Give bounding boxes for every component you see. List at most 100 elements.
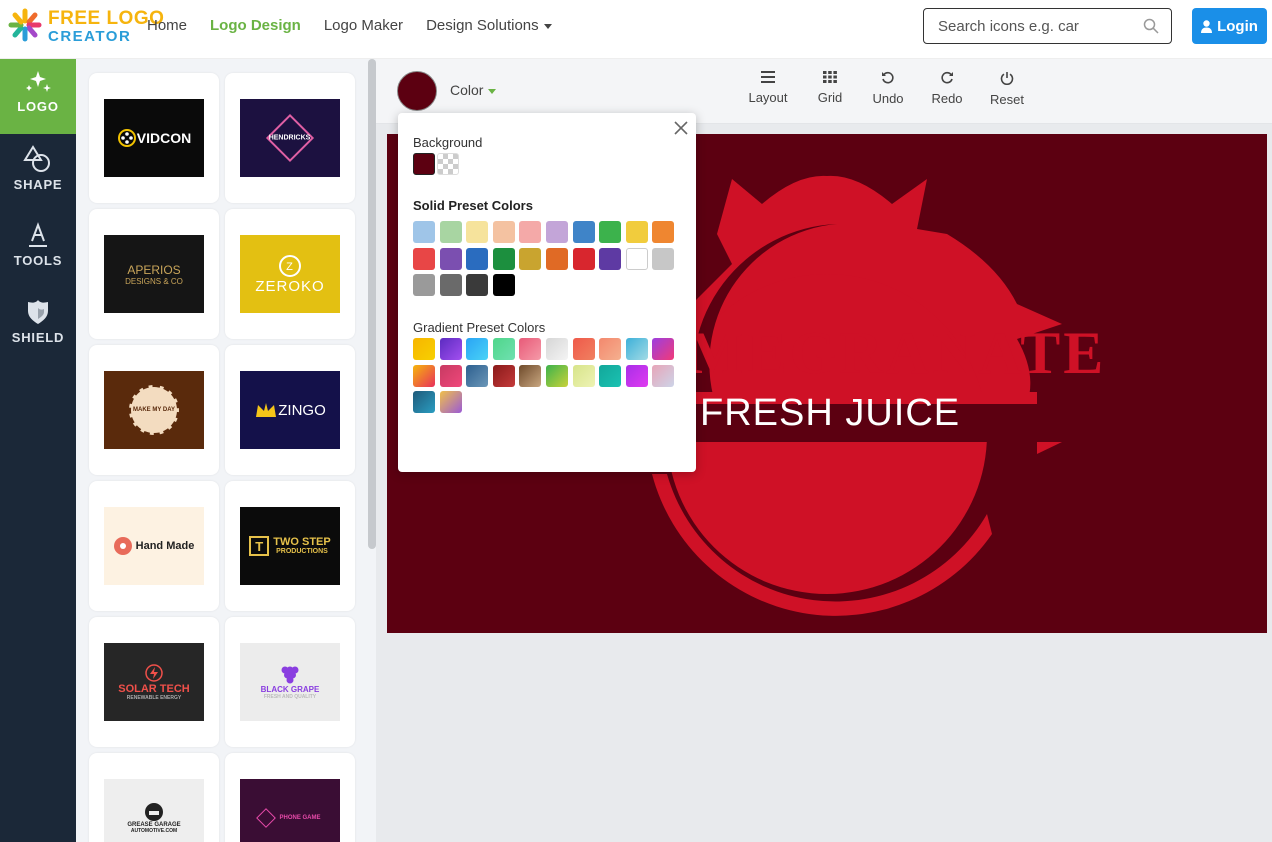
solid-color-swatch[interactable]	[413, 221, 435, 243]
gradient-color-swatch[interactable]	[652, 338, 675, 360]
nav-logo-maker[interactable]: Logo Maker	[324, 17, 403, 34]
login-button[interactable]: Login	[1192, 8, 1267, 44]
reset-button[interactable]: Reset	[982, 71, 1032, 107]
solid-preset-heading: Solid Preset Colors	[413, 198, 533, 213]
current-color-swatch[interactable]	[397, 71, 437, 111]
gradient-color-swatch[interactable]	[413, 364, 435, 387]
sidebar-item-shield[interactable]: SHIELD	[0, 288, 76, 363]
solid-color-swatch[interactable]	[439, 274, 462, 297]
solid-color-swatch[interactable]	[492, 221, 515, 243]
gradient-color-swatch[interactable]	[413, 338, 435, 360]
search-icon[interactable]	[1143, 18, 1159, 34]
tool-label: Grid	[817, 90, 843, 105]
solid-color-swatch[interactable]	[599, 247, 622, 270]
solid-color-swatch[interactable]	[466, 247, 489, 270]
gradient-color-swatch[interactable]	[413, 391, 435, 414]
solid-color-swatch[interactable]	[439, 221, 462, 243]
sidebar-item-tools[interactable]: TOOLS	[0, 211, 76, 286]
solid-color-swatch[interactable]	[572, 247, 595, 270]
svg-text:Z: Z	[286, 261, 294, 273]
gallery-scrollbar[interactable]	[368, 59, 376, 549]
gradient-color-swatch[interactable]	[439, 391, 462, 414]
template-card[interactable]: Hand Made	[89, 481, 219, 611]
chevron-down-icon	[488, 88, 497, 94]
crown-icon	[256, 403, 277, 417]
background-swatch-transparent[interactable]	[437, 153, 459, 175]
gradient-color-swatch[interactable]	[519, 338, 542, 360]
template-subtext: PRODUCTIONS	[276, 548, 328, 555]
gradient-color-swatch[interactable]	[599, 364, 622, 387]
solid-color-swatch[interactable]	[625, 247, 648, 270]
gradient-color-swatch[interactable]	[599, 338, 622, 360]
text-tool-icon	[29, 222, 47, 247]
template-thumbnail: GREASE GARAGE AUTOMOTIVE.COM	[104, 779, 204, 842]
gradient-color-swatch[interactable]	[492, 364, 515, 387]
solid-color-swatch[interactable]	[466, 221, 489, 243]
search-input[interactable]	[938, 17, 1138, 35]
gradient-color-swatch[interactable]	[652, 364, 675, 387]
background-swatch-color[interactable]	[413, 153, 435, 175]
gradient-color-swatch[interactable]	[439, 338, 462, 360]
template-card[interactable]: APERIOS DESIGNS & CO	[89, 209, 219, 339]
template-card[interactable]: HENDRICKS	[225, 73, 355, 203]
sidebar-item-logo[interactable]: LOGO	[0, 59, 76, 134]
template-card[interactable]: ZINGO	[225, 345, 355, 475]
gradient-color-swatch[interactable]	[439, 364, 462, 387]
diamond-icon	[256, 808, 277, 828]
close-icon[interactable]	[672, 119, 690, 137]
user-icon	[1201, 19, 1213, 33]
solid-color-swatch[interactable]	[439, 247, 462, 270]
solid-color-swatch[interactable]	[519, 221, 542, 243]
logo-subtitle-text[interactable]: FRESH JUICE	[700, 392, 960, 435]
sidebar-item-shape[interactable]: SHAPE	[0, 135, 76, 210]
gradient-color-swatch[interactable]	[625, 338, 648, 360]
solid-color-swatch[interactable]	[413, 274, 435, 297]
layout-button[interactable]: Layout	[743, 71, 793, 105]
solid-color-swatch[interactable]	[572, 221, 595, 243]
template-card[interactable]: BLACK GRAPE FRESH AND QUALITY	[225, 617, 355, 747]
solid-color-swatch[interactable]	[413, 247, 435, 270]
flower-badge-icon	[113, 537, 132, 555]
template-card[interactable]: VIDCON	[89, 73, 219, 203]
gradient-color-swatch[interactable]	[545, 338, 568, 360]
gradient-color-swatch[interactable]	[572, 364, 595, 387]
template-card[interactable]: GREASE GARAGE AUTOMOTIVE.COM	[89, 753, 219, 842]
template-card[interactable]: Z ZEROKO	[225, 209, 355, 339]
solid-color-swatch[interactable]	[466, 274, 489, 297]
solid-color-swatch[interactable]	[545, 221, 568, 243]
nav-logo-design[interactable]: Logo Design	[210, 17, 301, 34]
brand-logo[interactable]: FREE LOGO CREATOR	[8, 6, 164, 46]
solid-color-swatch[interactable]	[625, 221, 648, 243]
solid-color-swatch[interactable]	[492, 274, 515, 297]
solid-color-swatch[interactable]	[652, 247, 675, 270]
solid-color-swatch[interactable]	[545, 247, 568, 270]
shield-icon	[28, 300, 48, 324]
gradient-color-swatch[interactable]	[492, 338, 515, 360]
template-card[interactable]: SOLAR TECH RENEWABLE ENERGY	[89, 617, 219, 747]
solid-color-swatch[interactable]	[652, 221, 675, 243]
nav-design-solutions[interactable]: Design Solutions	[426, 17, 552, 34]
solid-color-swatch[interactable]	[519, 247, 542, 270]
solid-color-swatch[interactable]	[599, 221, 622, 243]
power-icon	[1000, 72, 1014, 85]
undo-button[interactable]: Undo	[863, 71, 913, 106]
solid-color-swatch[interactable]	[492, 247, 515, 270]
nav-home[interactable]: Home	[147, 17, 187, 34]
template-card[interactable]: T TWO STEP PRODUCTIONS	[225, 481, 355, 611]
gradient-color-swatch[interactable]	[572, 338, 595, 360]
gradient-color-swatch[interactable]	[466, 338, 489, 360]
template-card[interactable]: PHONE GAME	[225, 753, 355, 842]
redo-icon	[941, 71, 953, 84]
grid-button[interactable]: Grid	[805, 71, 855, 105]
color-dropdown[interactable]: Color	[450, 82, 497, 98]
template-thumbnail: SOLAR TECH RENEWABLE ENERGY	[104, 643, 204, 721]
logo-title-text[interactable]: MEGRANATE	[687, 319, 1106, 388]
gradient-color-swatch[interactable]	[519, 364, 542, 387]
template-card[interactable]: MAKE MY DAY	[89, 345, 219, 475]
redo-button[interactable]: Redo	[922, 71, 972, 106]
t-badge-icon: T	[249, 536, 270, 556]
template-subtext: FRESH AND QUALITY	[263, 693, 317, 700]
gradient-color-swatch[interactable]	[625, 364, 648, 387]
gradient-color-swatch[interactable]	[545, 364, 568, 387]
gradient-color-swatch[interactable]	[466, 364, 489, 387]
